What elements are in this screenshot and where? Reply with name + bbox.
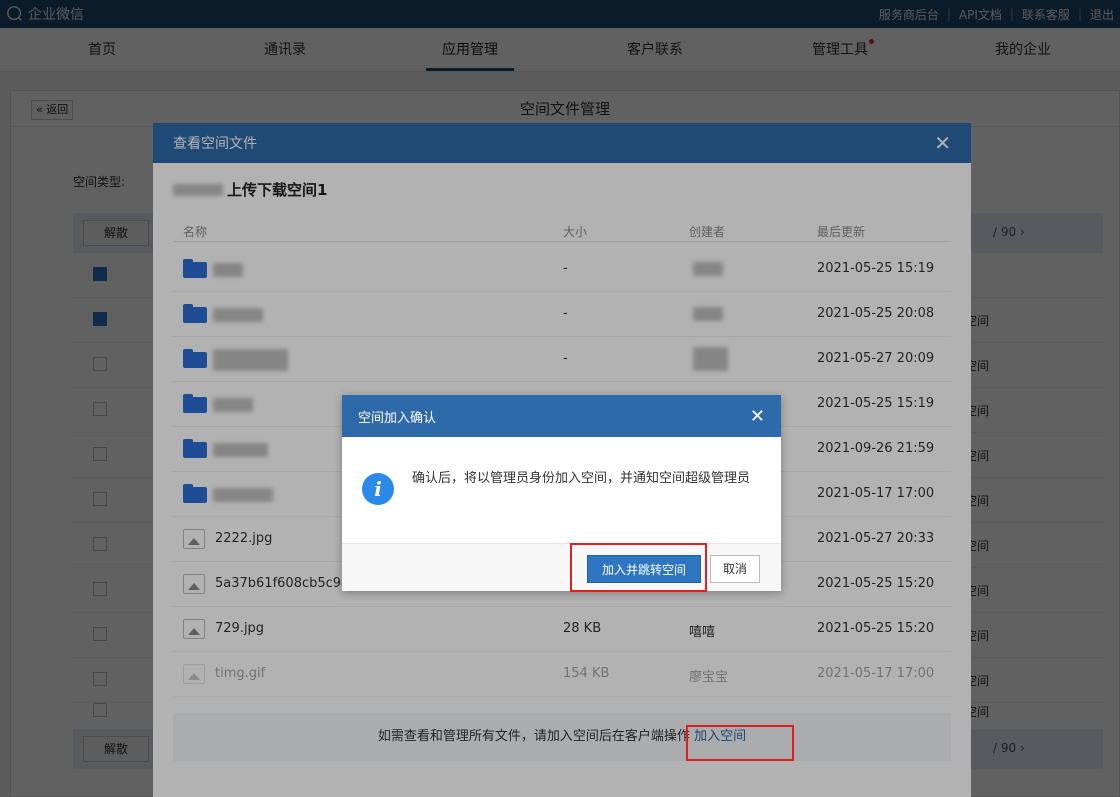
close-icon[interactable]: ✕ — [750, 406, 765, 427]
confirm-message: 确认后，将以管理员身份加入空间，并通知空间超级管理员 — [412, 471, 751, 486]
cancel-button[interactable]: 取消 — [710, 555, 760, 583]
highlight-box-confirm-button — [570, 543, 707, 592]
join-space-confirm-dialog: 空间加入确认 ✕ i 确认后，将以管理员身份加入空间，并通知空间超级管理员 加入… — [342, 395, 781, 591]
highlight-box-join-link — [686, 725, 794, 761]
confirm-dialog-title: 空间加入确认 — [358, 410, 437, 426]
info-icon: i — [362, 473, 394, 505]
